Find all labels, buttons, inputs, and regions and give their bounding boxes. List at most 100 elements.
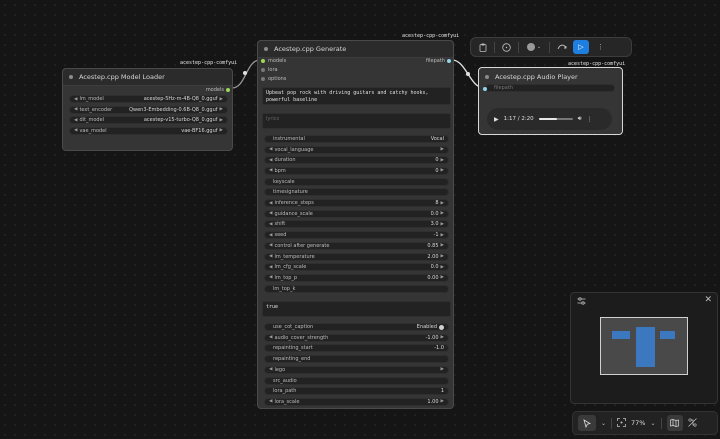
- collapse-dot-icon[interactable]: [264, 47, 268, 51]
- increment-arrow-icon[interactable]: ▶: [441, 222, 444, 227]
- decrement-arrow-icon[interactable]: ◀: [269, 243, 272, 248]
- increment-arrow-icon[interactable]: ▶: [220, 107, 223, 112]
- decrement-arrow-icon[interactable]: ◀: [74, 128, 77, 133]
- widget-dit-model[interactable]: ◀ dit_model acestep-v15-turbo-Q8_0.gguf ▶: [69, 116, 228, 124]
- bypass-icon[interactable]: [555, 41, 568, 54]
- widget-lego[interactable]: ◀ lego ▶: [264, 365, 449, 374]
- output-dot-icon[interactable]: [226, 88, 230, 92]
- models-output-slot[interactable]: models: [206, 87, 230, 93]
- increment-arrow-icon[interactable]: ▶: [220, 118, 223, 123]
- run-icon[interactable]: ▷: [573, 40, 589, 54]
- increment-arrow-icon[interactable]: ▶: [441, 233, 444, 238]
- widget-vocal-language[interactable]: ◀ vocal_language ▶: [264, 145, 449, 154]
- increment-arrow-icon[interactable]: ▶: [441, 254, 444, 259]
- clipboard-icon[interactable]: [476, 41, 489, 54]
- decrement-arrow-icon[interactable]: ◀: [269, 254, 272, 259]
- lora-input-slot[interactable]: lora: [261, 67, 278, 73]
- zoom-level[interactable]: 77%: [631, 419, 645, 427]
- widget-seed[interactable]: ◀ seed -1 ▶: [264, 231, 449, 240]
- options-input-slot[interactable]: options: [261, 76, 286, 82]
- fit-view-icon[interactable]: [617, 417, 626, 429]
- decrement-arrow-icon[interactable]: ◀: [74, 118, 77, 123]
- minimap[interactable]: ✕: [570, 292, 718, 404]
- instrumental-toggle[interactable]: instrumental Vocal: [264, 135, 449, 143]
- decrement-arrow-icon[interactable]: ◀: [269, 265, 272, 270]
- chevron-down-icon[interactable]: ⌄: [650, 420, 655, 427]
- widget-repainting-end[interactable]: repainting_end: [264, 355, 449, 364]
- play-icon[interactable]: ▶: [494, 116, 499, 123]
- increment-arrow-icon[interactable]: ▶: [441, 399, 444, 404]
- minimap-settings-icon[interactable]: [577, 297, 586, 307]
- decrement-arrow-icon[interactable]: ◀: [269, 201, 272, 206]
- decrement-arrow-icon[interactable]: ◀: [269, 399, 272, 404]
- widget-timesignature[interactable]: timesignature: [264, 188, 449, 197]
- decrement-arrow-icon[interactable]: ◀: [269, 275, 272, 280]
- color-circle-icon[interactable]: ⌄: [524, 41, 544, 54]
- increment-arrow-icon[interactable]: ▶: [441, 265, 444, 270]
- true-textarea[interactable]: true: [262, 301, 451, 317]
- toggle-knob-icon[interactable]: [439, 324, 444, 330]
- decrement-arrow-icon[interactable]: ◀: [269, 233, 272, 238]
- minimap-viewport[interactable]: [600, 317, 688, 375]
- increment-arrow-icon[interactable]: ▶: [441, 275, 444, 280]
- audio-player-node[interactable]: Acestep.cpp Audio Player filepath ▶ 1:17…: [478, 67, 623, 135]
- output-dot-icon[interactable]: [447, 59, 451, 63]
- input-dot-icon[interactable]: [261, 68, 265, 72]
- widget-vae-model[interactable]: ◀ vae_model vae-BF16.gguf ▶: [69, 126, 228, 135]
- model-loader-node[interactable]: Acestep.cpp Model Loader models ◀ lm_mode…: [62, 68, 233, 151]
- decrement-arrow-icon[interactable]: ◀: [269, 222, 272, 227]
- widget-bpm[interactable]: ◀ bpm 0 ▶: [264, 166, 449, 175]
- widget-lm-temperature[interactable]: ◀ lm_temperature 2.00 ▶: [264, 252, 449, 261]
- widget-lora-scale[interactable]: ◀ lora_scale 1.00 ▶: [264, 397, 449, 406]
- info-icon[interactable]: [500, 41, 513, 54]
- widget-shift[interactable]: ◀ shift 3.0 ▶: [264, 220, 449, 229]
- chevron-down-icon[interactable]: ⌄: [601, 420, 606, 427]
- widget-keyscale[interactable]: keyscale: [264, 177, 449, 186]
- widget-duration[interactable]: ◀ duration 0 ▶: [264, 156, 449, 165]
- input-dot-icon[interactable]: [261, 77, 265, 81]
- audio-progress-bar[interactable]: [538, 118, 573, 120]
- widget-guidance-scale[interactable]: ◀ guidance_scale 0.0 ▶: [264, 209, 449, 218]
- lyrics-textarea[interactable]: lyrics: [262, 113, 451, 129]
- map-icon[interactable]: [666, 415, 683, 431]
- widget-inference-steps[interactable]: ◀ inference_steps 8 ▶: [264, 199, 449, 207]
- decrement-arrow-icon[interactable]: ◀: [74, 107, 77, 112]
- close-icon[interactable]: ✕: [704, 295, 712, 305]
- widget-use-cot-caption[interactable]: use_cot_caption Enabled: [264, 323, 449, 331]
- more-options-icon[interactable]: ⋮: [586, 116, 592, 123]
- increment-arrow-icon[interactable]: ▶: [220, 97, 223, 102]
- increment-arrow-icon[interactable]: ▶: [441, 168, 444, 173]
- filepath-input-widget[interactable]: filepath: [485, 84, 615, 92]
- decrement-arrow-icon[interactable]: ◀: [269, 147, 272, 152]
- volume-icon[interactable]: 🔊︎: [578, 115, 582, 123]
- filepath-output-slot[interactable]: filepath: [426, 58, 451, 64]
- widget-text-encoder[interactable]: ◀ text_encoder Qwen3-Embedding-0.6B-Q8_0.g…: [69, 105, 228, 114]
- input-dot-icon[interactable]: [261, 59, 265, 63]
- widget-lm-top-p[interactable]: ◀ lm_top_p 0.00 ▶: [264, 273, 449, 282]
- decrement-arrow-icon[interactable]: ◀: [269, 158, 272, 163]
- widget-lm-top-k[interactable]: lm_top_k: [264, 284, 449, 293]
- generate-title-bar[interactable]: Acestep.cpp Generate: [258, 41, 453, 58]
- widget-repainting-start[interactable]: repainting_start -1.0: [264, 344, 449, 353]
- pointer-icon[interactable]: [578, 415, 596, 431]
- models-input-slot[interactable]: models: [261, 58, 286, 64]
- widget-control-after-generate[interactable]: ◀ control after generate 0.85 ▶: [264, 241, 449, 250]
- decrement-arrow-icon[interactable]: ◀: [74, 97, 77, 102]
- increment-arrow-icon[interactable]: ▶: [441, 147, 444, 152]
- collapse-dot-icon[interactable]: [485, 74, 489, 79]
- widget-audio-cover-strength[interactable]: ◀ audio_cover_strength -1.00 ▶: [264, 333, 449, 342]
- widget-lm-model[interactable]: ◀ lm_model acestep-5Hz-m-4B-Q8_0.gguf ▶: [69, 95, 228, 103]
- increment-arrow-icon[interactable]: ▶: [441, 335, 444, 340]
- input-dot-icon[interactable]: [483, 87, 487, 91]
- decrement-arrow-icon[interactable]: ◀: [269, 211, 272, 216]
- collapse-dot-icon[interactable]: [69, 75, 73, 79]
- widget-lm-cfg-scale[interactable]: ◀ lm_cfg_scale 0.0 ▶: [264, 263, 449, 272]
- increment-arrow-icon[interactable]: ▶: [441, 158, 444, 163]
- chevron-down-icon[interactable]: ⌄: [537, 44, 541, 50]
- increment-arrow-icon[interactable]: ▶: [441, 201, 444, 206]
- decrement-arrow-icon[interactable]: ◀: [269, 367, 272, 372]
- widget-lora-path[interactable]: lora_path 1: [264, 387, 449, 396]
- more-icon[interactable]: ⋮: [594, 41, 607, 54]
- widget-src-audio[interactable]: src_audio: [264, 376, 449, 385]
- increment-arrow-icon[interactable]: ▶: [441, 243, 444, 248]
